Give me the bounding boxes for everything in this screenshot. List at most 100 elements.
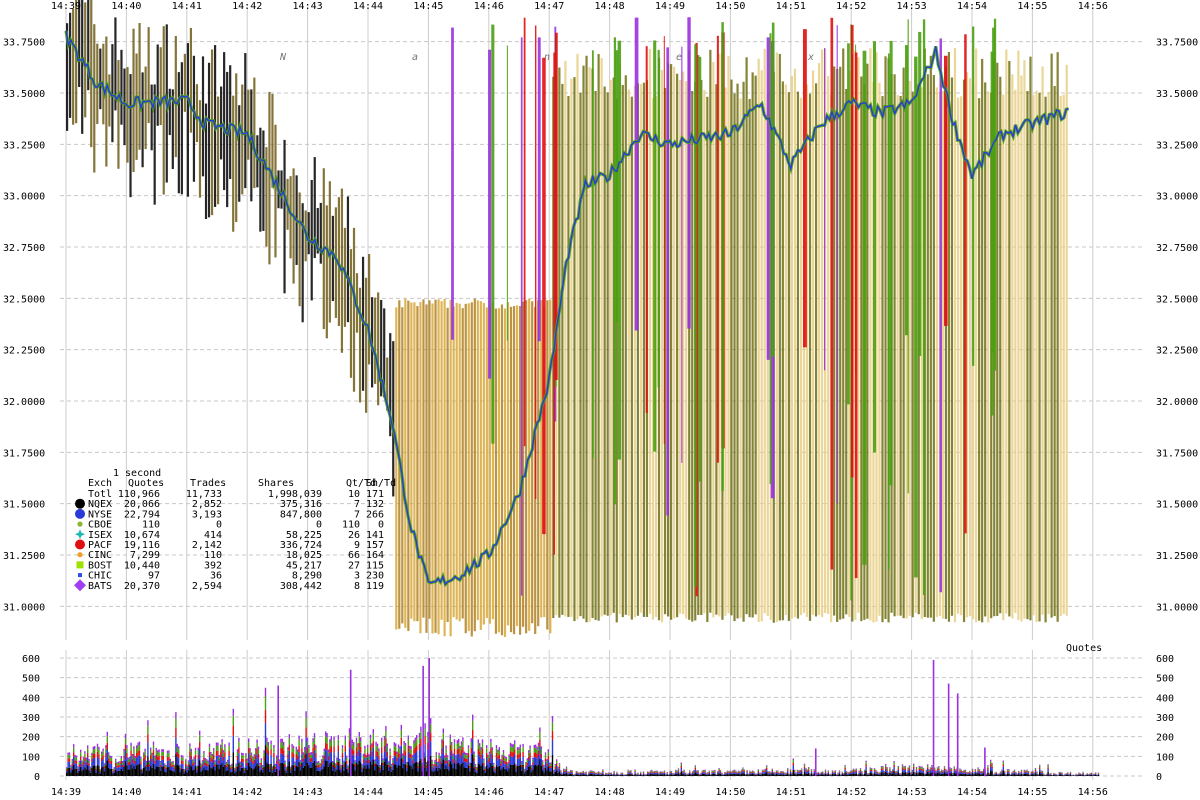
time-tick-top: 14:50 [715, 1, 745, 12]
quotes-bar-segment [367, 744, 369, 748]
quotes-bar-segment [960, 772, 962, 774]
quotes-bar-segment [502, 756, 505, 761]
quotes-bar-segment [652, 773, 654, 775]
quotes-bar-segment [568, 771, 570, 773]
quotes-bar-segment [508, 756, 510, 760]
quotes-bar-segment [743, 772, 745, 774]
quotes-bar-segment [504, 763, 506, 769]
quotes-bar-segment [845, 773, 848, 775]
quotes-bar-segment [231, 763, 233, 765]
quotes-bar-segment [260, 758, 262, 760]
quote-spike [972, 26, 975, 366]
quotes-bar-segment [855, 771, 857, 774]
quotes-bar-segment [1076, 775, 1079, 776]
quotes-bar-segment [682, 774, 684, 776]
quotes-bar-segment [1090, 773, 1093, 774]
quotes-bar-segment [466, 758, 468, 763]
quotes-bar-segment [743, 769, 745, 771]
quotes-bar-segment [227, 763, 229, 767]
quotes-bar-segment [523, 771, 526, 774]
quotes-bar-segment [708, 772, 710, 775]
quotes-bar-segment [609, 774, 611, 776]
quotes-bar-segment [516, 747, 519, 751]
quotes-bar-segment [434, 766, 436, 771]
quotes-bar-segment [336, 762, 338, 765]
quotes-bar-segment [879, 774, 881, 776]
quote-band [509, 306, 513, 633]
quotes-bar-segment [82, 769, 85, 776]
quotes-bar-segment [910, 773, 912, 774]
quotes-bar-segment [467, 748, 470, 753]
quotes-bar-segment [536, 749, 538, 755]
quotes-bar-segment [287, 750, 289, 755]
quotes-bar-segment [887, 773, 890, 775]
quotes-bar-segment [371, 751, 373, 757]
price-tick-left: 32.0000 [3, 397, 45, 408]
quotes-bar-segment [467, 752, 470, 758]
quotes-bar-segment [717, 774, 719, 776]
legend: 1 second Exch Quotes Trades Shares Qt/TdSh/T… [74, 468, 396, 592]
quotes-bar-segment [126, 745, 128, 749]
price-tick-left: 33.0000 [3, 192, 45, 203]
quotes-bar-segment [368, 756, 370, 760]
quotes-bar-segment [775, 771, 778, 773]
quotes-bar-segment [227, 761, 229, 764]
time-tick-top: 14:51 [776, 1, 806, 12]
watermark-letter: N [279, 52, 287, 63]
quotes-bar-segment [346, 768, 348, 776]
quotes-bar-segment [302, 767, 304, 776]
quotes-bar-segment [115, 769, 117, 776]
quotes-bar-segment [413, 754, 415, 764]
quotes-bar-segment [634, 769, 636, 771]
quotes-bar-segment [309, 758, 311, 762]
quotes-bar-segment [78, 770, 80, 776]
quotes-bar-segment [523, 769, 526, 771]
quotes-bar-segment [474, 768, 477, 772]
quotes-bar-segment [869, 768, 871, 770]
quotes-bar-segment [187, 764, 190, 767]
quotes-bar-segment [460, 741, 463, 745]
quotes-bar-segment [883, 771, 885, 773]
quotes-bar-segment [455, 757, 457, 761]
quotes-bar-segment [470, 747, 472, 754]
quotes-bar-segment [200, 766, 202, 769]
quotes-bar-segment [970, 773, 972, 775]
quote-band [352, 227, 356, 392]
quotes-bar-segment [197, 747, 199, 751]
quotes-bar-segment [775, 774, 778, 776]
quotes-bar-segment [894, 771, 897, 773]
legend-marker [77, 552, 83, 558]
quotes-bar-segment [327, 766, 330, 776]
quotes-bar-segment [274, 771, 276, 776]
quotes-bar-segment [759, 774, 761, 776]
quotes-bar-segment [823, 774, 825, 775]
quotes-bar-segment [560, 771, 562, 773]
quotes-bar-segment [955, 773, 957, 776]
quotes-bar-segment [312, 747, 314, 754]
quotes-bar-segment [599, 774, 601, 775]
quotes-bar-segment [255, 755, 257, 760]
quotes-bar-segment [1013, 772, 1016, 774]
quotes-bar-segment [85, 757, 87, 760]
quotes-bar-segment [402, 753, 404, 756]
quotes-bar-segment [795, 773, 797, 775]
quotes-bar-segment [459, 765, 461, 776]
quotes-bar-segment [491, 754, 493, 759]
quotes-bar-segment [383, 739, 386, 746]
quotes-bar-segment [400, 737, 402, 746]
quotes-bar-segment [922, 768, 925, 770]
quotes-bar-segment [810, 769, 813, 770]
quotes-bar-segment [269, 765, 271, 768]
quotes-bar-segment [242, 755, 244, 759]
quotes-bar-segment [516, 765, 519, 776]
quotes-bar-segment [425, 765, 428, 768]
quotes-bar-segment [306, 753, 309, 763]
quotes-bar-segment [515, 769, 517, 773]
quotes-bar-segment [472, 739, 474, 755]
quotes-bar-segment [98, 746, 100, 750]
quotes-bar-segment [451, 755, 453, 765]
quotes-bar-segment [399, 753, 401, 759]
quotes-bar-segment [507, 765, 509, 768]
quote-band [123, 68, 126, 146]
quotes-bar-segment [85, 759, 87, 763]
